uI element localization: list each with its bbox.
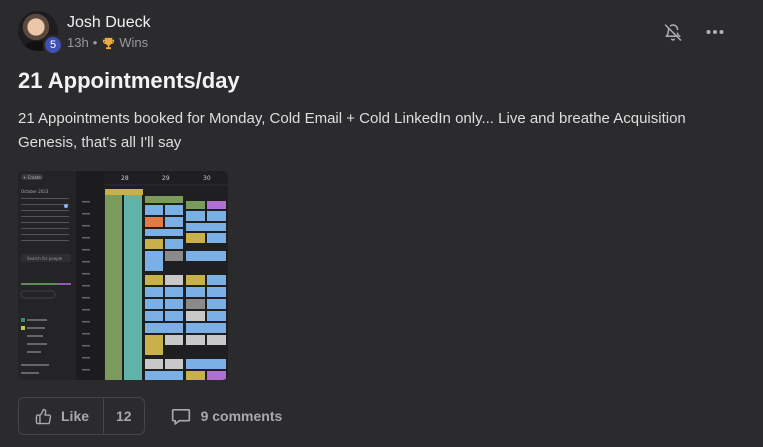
mute-notifications-button[interactable]	[663, 22, 683, 42]
bell-off-icon	[664, 23, 682, 41]
post-top-actions	[663, 22, 725, 42]
trophy-icon	[103, 37, 115, 49]
post-meta: 13h • Wins	[67, 35, 151, 51]
post-category[interactable]: Wins	[119, 35, 148, 51]
level-badge: 5	[43, 35, 63, 55]
calendar-screenshot: + Create October 2023 Search for people	[18, 171, 228, 380]
mini-calendar-month: October 2023	[21, 189, 49, 194]
thumbs-up-icon	[35, 408, 52, 424]
comment-icon	[171, 408, 190, 425]
like-box: Like 12	[18, 397, 145, 435]
day-header: 29	[162, 175, 170, 182]
post-card: 5 Josh Dueck 13h • Wins 21 Appointments/…	[0, 0, 763, 447]
more-options-button[interactable]	[705, 22, 725, 42]
meta-separator: •	[92, 35, 98, 50]
like-button[interactable]: Like	[19, 398, 105, 434]
people-search-label: Search for people	[27, 256, 63, 261]
post-title[interactable]: 21 Appointments/day	[18, 68, 240, 94]
post-body: 21 Appointments booked for Monday, Cold …	[18, 110, 686, 151]
svg-text:+ Create: + Create	[23, 175, 41, 180]
post-footer: Like 12 9 comments	[18, 397, 282, 435]
avatar-wrap[interactable]: 5	[18, 11, 63, 55]
like-count[interactable]: 12	[104, 408, 144, 424]
day-header: 28	[121, 175, 129, 182]
like-label: Like	[61, 408, 90, 424]
attachment-thumbnail[interactable]: + Create October 2023 Search for people	[18, 171, 228, 380]
more-horizontal-icon	[706, 30, 724, 34]
post-time: 13h	[67, 35, 89, 50]
author-name[interactable]: Josh Dueck	[67, 13, 151, 33]
comments-label: 9 comments	[200, 408, 283, 424]
author-block: Josh Dueck 13h • Wins	[67, 11, 151, 51]
post-header: 5 Josh Dueck 13h • Wins	[18, 11, 151, 55]
comments-button[interactable]: 9 comments	[171, 408, 283, 425]
day-header: 30	[203, 175, 211, 182]
